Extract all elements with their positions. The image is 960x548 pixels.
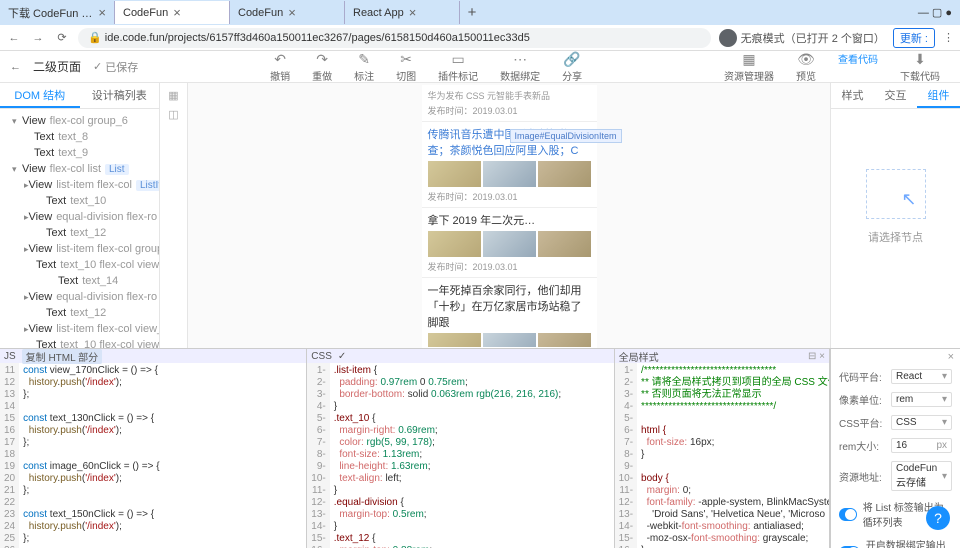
tool-icon-column: ▦ ◫: [160, 83, 188, 348]
setting-row: 代码平台:React▾: [831, 365, 960, 388]
code-area: JS复制 HTML 部分 11 12 13 14 15 16 17 18 19 …: [0, 348, 960, 548]
empty-placeholder: ↖: [866, 169, 926, 219]
panel-label: CSS: [311, 351, 332, 362]
tab-dom-structure[interactable]: DOM 结构: [0, 83, 80, 108]
new-tab-button[interactable]: +: [460, 4, 484, 21]
forward-icon[interactable]: →: [30, 32, 46, 44]
window-controls[interactable]: — ▢ ●: [910, 6, 960, 19]
tree-node[interactable]: ▸Viewlist-item flex-col view_1: [0, 321, 159, 337]
toolbar-资源管理器[interactable]: ▦资源管理器: [714, 51, 784, 83]
panel-label: JS: [4, 351, 16, 362]
js-editor[interactable]: const view_170nClick = () => { history.p…: [19, 363, 306, 548]
reload-icon[interactable]: ⟳: [54, 31, 70, 44]
tree-node[interactable]: Texttext_14: [0, 273, 159, 289]
tree-node[interactable]: Texttext_10 flex-col view_1: [0, 257, 159, 273]
update-button[interactable]: 更新 :: [893, 28, 935, 48]
copy-html-button[interactable]: 复制 HTML 部分: [22, 349, 102, 364]
empty-hint: 请选择节点: [841, 229, 950, 245]
toolbar-数据绑定[interactable]: ⋯数据绑定: [490, 51, 550, 83]
cursor-icon: ↖: [901, 189, 916, 210]
browser-tab[interactable]: CodeFun×: [115, 1, 230, 24]
browser-tab[interactable]: 下载 CodeFun - UI 设计稿智能…×: [0, 1, 115, 24]
app-toolbar: ← 二级页面 ✓ 已保存 ↶撤销↷重做✎标注✂切图▭插件标记⋯数据绑定🔗分享 ▦…: [0, 51, 960, 83]
lock-icon: 🔒: [88, 31, 102, 44]
left-panel: DOM 结构 设计稿列表 ▾Viewflex-col group_6Textte…: [0, 83, 160, 348]
setting-select[interactable]: CSS▾: [891, 415, 952, 430]
close-icon[interactable]: ×: [173, 5, 181, 20]
toolbar-下载代码[interactable]: ⬇下载代码: [890, 51, 950, 83]
setting-select[interactable]: CodeFun 云存储▾: [891, 461, 952, 491]
collapse-icon[interactable]: ⊟ ×: [808, 351, 825, 362]
tab-component[interactable]: 组件: [917, 83, 960, 108]
tree-node[interactable]: ▸Viewequal-division flex-ro: [0, 289, 159, 305]
tree-node[interactable]: Texttext_12: [0, 225, 159, 241]
tree-node[interactable]: ▸Viewlist-item flex-colListIt: [0, 177, 159, 193]
toolbar-分享[interactable]: 🔗分享: [552, 51, 592, 83]
global-css-editor[interactable]: /********************************** ** 请…: [637, 363, 829, 548]
layers-icon[interactable]: ◫: [160, 108, 187, 121]
close-icon[interactable]: ×: [98, 5, 106, 20]
css-panel: CSS✓ 1- 2- 3- 4- 5- 6- 7- 8- 9- 10- 11- …: [307, 349, 614, 548]
menu-icon[interactable]: ⋮: [943, 31, 954, 44]
dom-tree[interactable]: ▾Viewflex-col group_6Texttext_8Texttext_…: [0, 109, 159, 348]
toolbar-查看代码[interactable]: 查看代码: [828, 51, 888, 83]
tab-style[interactable]: 样式: [831, 83, 874, 108]
preview-canvas[interactable]: Image#EqualDivisionItem 华为发布 CSS 元智能手表新品…: [188, 83, 830, 348]
tree-node[interactable]: ▸Viewequal-division flex-ro: [0, 209, 159, 225]
browser-tab[interactable]: React App×: [345, 1, 460, 24]
close-icon[interactable]: ×: [409, 5, 417, 20]
browser-tab-strip: 下载 CodeFun - UI 设计稿智能…× CodeFun× CodeFun…: [0, 0, 960, 25]
tree-node[interactable]: ▾Viewflex-col group_6: [0, 113, 159, 129]
page-title: 二级页面: [33, 58, 81, 75]
url-input[interactable]: 🔒 ide.code.fun/projects/6157ff3d460a1500…: [78, 28, 711, 48]
toolbar-标注[interactable]: ✎标注: [344, 51, 384, 83]
setting-row: CSS平台:CSS▾: [831, 411, 960, 434]
setting-select[interactable]: 16px: [891, 438, 952, 453]
tree-node[interactable]: Texttext_9: [0, 145, 159, 161]
right-panel: 样式 交互 组件 ↖ 请选择节点: [830, 83, 960, 348]
tab-interaction[interactable]: 交互: [874, 83, 917, 108]
toolbar-插件标记[interactable]: ▭插件标记: [428, 51, 488, 83]
tree-node[interactable]: Texttext_10: [0, 193, 159, 209]
css-editor[interactable]: .list-item { padding: 0.97rem 0 0.75rem;…: [330, 363, 614, 548]
tree-node[interactable]: Texttext_10 flex-col view_1: [0, 337, 159, 348]
incognito-badge: 无痕模式（已打开 2 个窗口）: [719, 29, 885, 47]
back-icon[interactable]: ←: [10, 61, 21, 73]
setting-select[interactable]: React▾: [891, 369, 952, 384]
toolbar-撤销[interactable]: ↶撤销: [260, 51, 300, 83]
js-panel: JS复制 HTML 部分 11 12 13 14 15 16 17 18 19 …: [0, 349, 307, 548]
tree-node[interactable]: ▸Viewlist-item flex-col group_5: [0, 241, 159, 257]
element-tooltip: Image#EqualDivisionItem: [510, 129, 622, 143]
close-icon[interactable]: ×: [831, 349, 960, 365]
browser-tab[interactable]: CodeFun×: [230, 1, 345, 24]
back-icon[interactable]: ←: [6, 32, 22, 44]
setting-toggle: 开启数据绑定输出模式: [831, 533, 960, 548]
article-item[interactable]: 拿下 2019 年二次元…发布时间：2019.03.01: [422, 208, 597, 278]
toggle-switch[interactable]: [839, 508, 857, 521]
address-bar: ← → ⟳ 🔒 ide.code.fun/projects/6157ff3d46…: [0, 25, 960, 51]
incognito-icon: [719, 29, 737, 47]
help-button[interactable]: ?: [926, 506, 950, 530]
saved-status: ✓ 已保存: [93, 59, 138, 75]
setting-select[interactable]: rem▾: [891, 392, 952, 407]
tab-design-list[interactable]: 设计稿列表: [80, 83, 160, 108]
toolbar-重做[interactable]: ↷重做: [302, 51, 342, 83]
article-item[interactable]: 华为发布 CSS 元智能手表新品发布时间：2019.03.01: [422, 85, 597, 122]
toolbar-预览[interactable]: 👁预览: [786, 51, 826, 83]
grid-icon[interactable]: ▦: [160, 89, 187, 102]
setting-row: 像素单位:rem▾: [831, 388, 960, 411]
tree-node[interactable]: Texttext_12: [0, 305, 159, 321]
article-item[interactable]: 一年死掉百余家同行，他们却用「十秒」在万亿家居市场站稳了脚跟: [422, 278, 597, 348]
close-icon[interactable]: ×: [288, 5, 296, 20]
global-css-panel: 全局样式⊟ × 1- 2- 3- 4- 5- 6- 7- 8- 9- 10- 1…: [615, 349, 830, 548]
tree-node[interactable]: ▾Viewflex-col listList: [0, 161, 159, 177]
setting-row: 资源地址:CodeFun 云存储▾: [831, 457, 960, 495]
tree-node[interactable]: Texttext_8: [0, 129, 159, 145]
setting-row: rem大小:16px: [831, 434, 960, 457]
panel-label: 全局样式: [619, 349, 659, 364]
toolbar-切图[interactable]: ✂切图: [386, 51, 426, 83]
